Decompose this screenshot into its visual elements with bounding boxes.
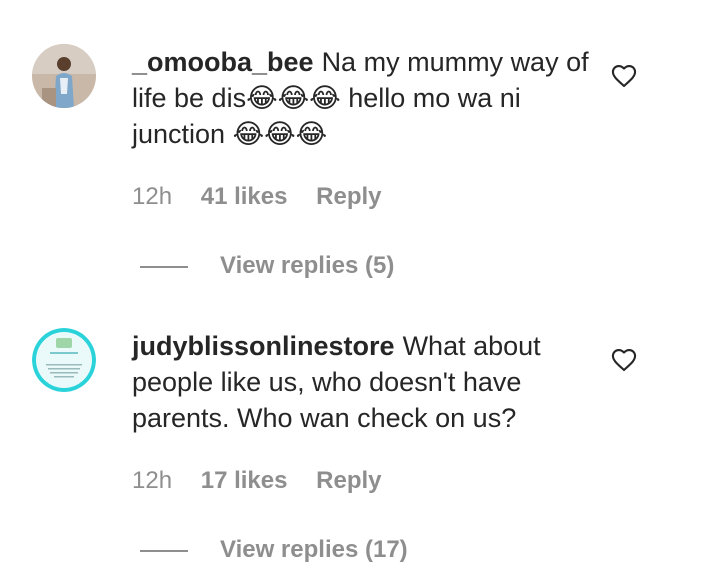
store-logo-icon — [32, 328, 96, 392]
reply-button[interactable]: Reply — [316, 466, 381, 496]
comment-timestamp: 12h — [132, 183, 173, 210]
like-button[interactable] — [610, 346, 638, 374]
comment-username[interactable]: judyblissonlinestore — [132, 331, 395, 361]
heart-icon — [611, 349, 637, 372]
comment-meta: 12h 41 likes Reply — [132, 182, 404, 212]
view-replies-label: View replies (5) — [220, 252, 395, 279]
comment-text-block: _omooba_bee Na my mummy way of life be di… — [132, 44, 602, 152]
avatar[interactable] — [32, 328, 96, 392]
divider-line — [140, 549, 188, 552]
view-replies-button[interactable]: View replies (17) — [140, 534, 408, 566]
view-replies-label: View replies (17) — [220, 536, 408, 563]
like-button[interactable] — [610, 62, 638, 90]
divider-line — [140, 265, 188, 268]
likes-count[interactable]: 41 likes — [201, 182, 288, 212]
likes-count[interactable]: 17 likes — [201, 466, 288, 496]
reply-button[interactable]: Reply — [316, 182, 381, 212]
profile-photo-icon — [32, 44, 96, 108]
comment-meta: 12h 17 likes Reply — [132, 466, 404, 496]
view-replies-button[interactable]: View replies (5) — [140, 250, 394, 282]
comment-username[interactable]: _omooba_bee — [132, 47, 314, 77]
comment-timestamp: 12h — [132, 467, 173, 494]
avatar[interactable] — [32, 44, 96, 108]
heart-icon — [611, 65, 637, 88]
comment-text-block: judyblissonlinestore What about people li… — [132, 328, 602, 436]
